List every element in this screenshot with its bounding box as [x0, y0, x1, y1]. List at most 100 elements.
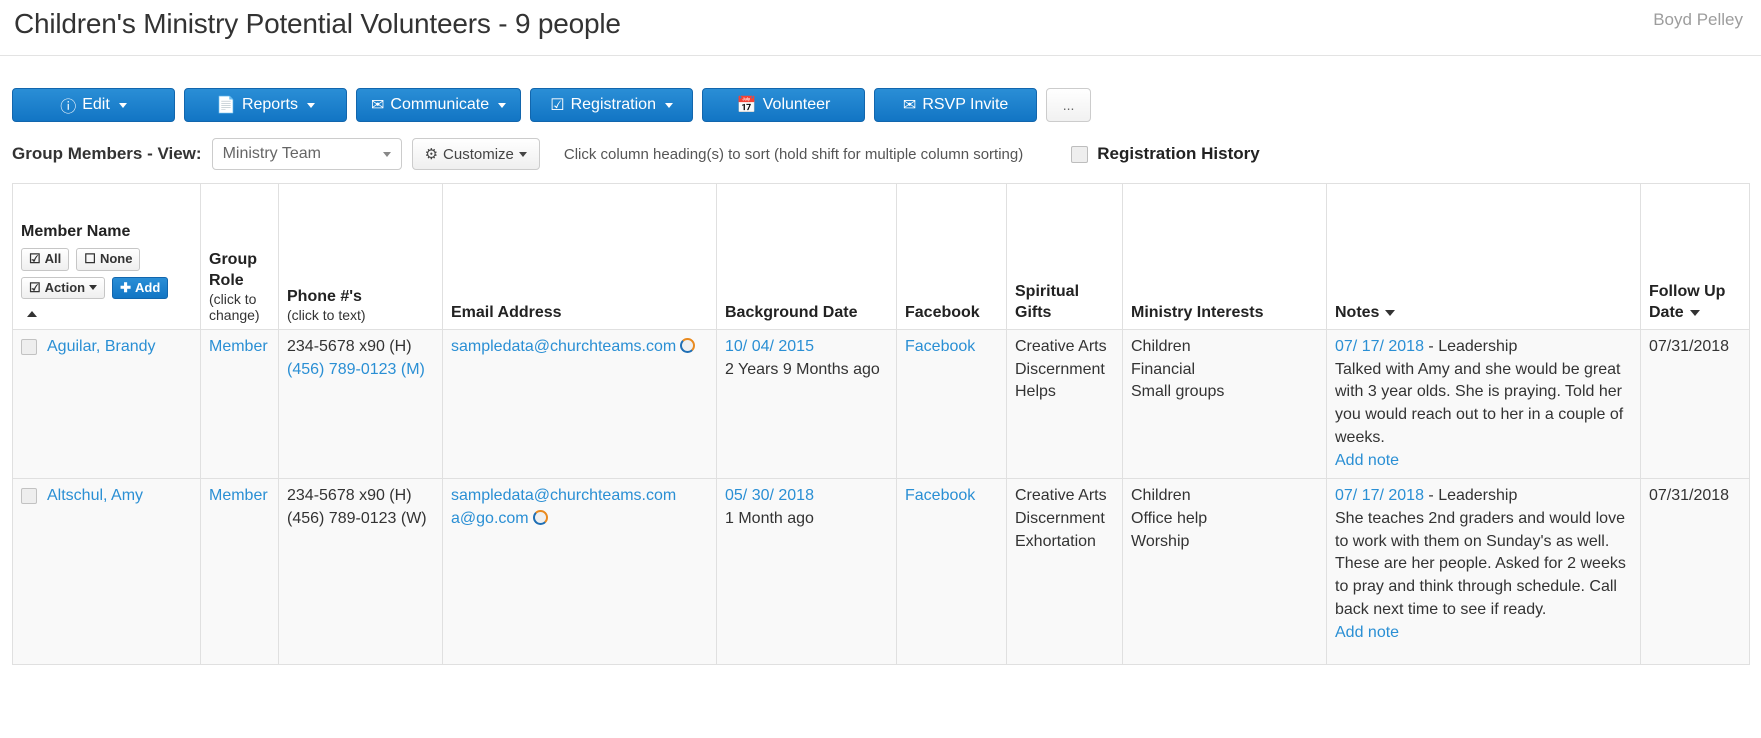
sort-descending-icon[interactable]: [1385, 309, 1396, 316]
more-options-button[interactable]: ...: [1046, 88, 1092, 122]
facebook-link[interactable]: Facebook: [905, 487, 975, 504]
cell-follow-up-date: 07/31/2018: [1640, 478, 1750, 666]
column-title-ministry-interests: Ministry Interests: [1131, 303, 1264, 321]
gift-item: Discernment: [1015, 360, 1105, 378]
background-date-ago: 2 Years 9 Months ago: [725, 360, 880, 378]
sort-descending-icon[interactable]: [1689, 309, 1700, 316]
customize-button-label: Customize: [443, 145, 514, 163]
add-member-button[interactable]: ✚ Add: [112, 276, 169, 299]
plus-icon: ✚: [120, 279, 132, 295]
group-role-link[interactable]: Member: [209, 487, 268, 504]
chevron-down-icon: [306, 102, 315, 108]
chevron-down-icon: [382, 152, 391, 157]
facebook-link[interactable]: Facebook: [905, 338, 975, 355]
select-none-label: None: [99, 251, 133, 267]
churchteams-icon[interactable]: [532, 510, 548, 526]
column-title-group-role: Group Role: [209, 250, 257, 289]
interest-item: Financial: [1131, 360, 1196, 378]
group-members-table-container: Member Name ☑ All ☐ None ☑ Action ✚ Add …: [12, 183, 1750, 666]
check-square-icon: ☑: [29, 279, 41, 295]
envelope-open-icon: ✉: [902, 97, 917, 114]
cell-phone: 234-5678 x90 (H) (456) 789-0123 (M): [278, 328, 443, 480]
column-header-follow-up-date[interactable]: Follow Up Date: [1640, 183, 1750, 330]
group-role-link[interactable]: Member: [209, 338, 268, 355]
column-header-facebook[interactable]: Facebook: [896, 183, 1007, 330]
action-dropdown-button[interactable]: ☑ Action: [21, 276, 106, 299]
column-header-email[interactable]: Email Address: [442, 183, 717, 330]
row-select-checkbox[interactable]: [21, 339, 37, 355]
cell-facebook: Facebook: [896, 328, 1007, 480]
select-none-button[interactable]: ☐ None: [76, 248, 141, 271]
cell-email: sampledata@churchteams.com a@go.com: [442, 478, 717, 666]
chevron-down-icon: [664, 102, 673, 108]
view-select[interactable]: Ministry Team: [211, 138, 402, 170]
background-date-link[interactable]: 05/ 30/ 2018: [725, 485, 888, 508]
volunteer-button[interactable]: 📅 Volunteer: [702, 88, 866, 122]
registration-history-toggle[interactable]: Registration History: [1071, 144, 1260, 164]
note-author: - Leadership: [1423, 338, 1518, 355]
registration-button[interactable]: ☑ Registration: [530, 88, 694, 122]
cell-facebook: Facebook: [896, 478, 1007, 666]
customize-button[interactable]: ⚙ Customize: [411, 138, 540, 170]
communicate-button[interactable]: ✉ Communicate: [356, 88, 522, 122]
current-user-label[interactable]: Boyd Pelley: [1653, 10, 1743, 30]
view-controls-row: Group Members - View: Ministry Team ⚙ Cu…: [12, 138, 1260, 170]
add-note-link[interactable]: Add note: [1335, 450, 1632, 473]
cell-spiritual-gifts: Creative Arts Discernment Helps: [1006, 328, 1123, 480]
cell-email: sampledata@churchteams.com: [442, 328, 717, 480]
edit-button[interactable]: ⓘ Edit: [12, 88, 175, 122]
column-header-notes[interactable]: Notes: [1326, 183, 1641, 330]
gift-item: Exhortation: [1015, 532, 1096, 550]
column-header-group-role[interactable]: Group Role (click to change): [200, 183, 279, 330]
cell-phone: 234-5678 x90 (H) (456) 789-0123 (W): [278, 478, 443, 666]
chevron-down-icon: [118, 102, 127, 108]
email-secondary-link[interactable]: a@go.com: [451, 510, 529, 527]
table-row: Altschul, Amy Member 234-5678 x90 (H) (4…: [12, 478, 1750, 666]
member-name-link[interactable]: Altschul, Amy: [47, 485, 143, 508]
registration-history-checkbox[interactable]: [1071, 145, 1089, 163]
column-header-background-date[interactable]: Background Date: [716, 183, 897, 330]
cell-group-role: Member: [200, 478, 279, 666]
follow-up-date-value: 07/31/2018: [1649, 338, 1730, 355]
churchteams-icon[interactable]: [680, 338, 696, 353]
sort-ascending-icon[interactable]: [27, 310, 37, 317]
cell-notes: 07/ 17/ 2018 - Leadership Talked with Am…: [1326, 328, 1641, 480]
column-header-ministry-interests[interactable]: Ministry Interests: [1122, 183, 1327, 330]
add-note-link[interactable]: Add note: [1335, 622, 1632, 645]
sort-hint-text: Click column heading(s) to sort (hold sh…: [563, 145, 1024, 163]
row-select-checkbox[interactable]: [21, 488, 37, 505]
note-body: Talked with Amy and she would be great w…: [1335, 360, 1624, 446]
group-members-view-label: Group Members - View:: [12, 144, 202, 163]
member-name-link[interactable]: Aguilar, Brandy: [47, 336, 156, 359]
note-date-link[interactable]: 07/ 17/ 2018: [1335, 487, 1424, 504]
select-all-label: All: [44, 251, 62, 267]
envelope-icon: ✉: [371, 97, 385, 114]
column-header-member-name[interactable]: Member Name ☑ All ☐ None ☑ Action ✚ Add: [12, 183, 201, 330]
select-all-button[interactable]: ☑ All: [21, 248, 70, 271]
page-title: Children's Ministry Potential Volunteers…: [14, 8, 621, 39]
email-link[interactable]: sampledata@churchteams.com: [451, 338, 676, 355]
column-title-phone: Phone #'s: [287, 287, 362, 305]
gear-icon: ⚙: [424, 146, 439, 163]
file-icon: 📄: [216, 97, 236, 114]
reports-button[interactable]: 📄 Reports: [184, 88, 347, 122]
email-link[interactable]: sampledata@churchteams.com: [451, 487, 676, 504]
column-title-spiritual-gifts: Spiritual Gifts: [1015, 282, 1080, 321]
edit-button-label: Edit: [82, 96, 110, 113]
column-header-spiritual-gifts[interactable]: Spiritual Gifts: [1006, 183, 1123, 330]
background-date-ago: 1 Month ago: [725, 510, 814, 528]
interest-item: Children: [1131, 338, 1191, 355]
table-row: Aguilar, Brandy Member 234-5678 x90 (H) …: [12, 328, 1750, 480]
column-title-member-name: Member Name: [21, 223, 131, 241]
action-toolbar: ⓘ Edit 📄 Reports ✉ Communicate ☑ Registr…: [12, 88, 1092, 122]
note-date-link[interactable]: 07/ 17/ 2018: [1335, 338, 1424, 355]
column-subtitle-group-role: (click to change): [209, 291, 260, 323]
cell-member-name: Altschul, Amy: [12, 478, 201, 666]
chevron-down-icon: [498, 102, 507, 108]
rsvp-invite-button[interactable]: ✉ RSVP Invite: [874, 88, 1038, 122]
phone-home: 234-5678 x90 (H): [287, 338, 412, 355]
phone-mobile-link[interactable]: (456) 789-0123 (M): [287, 359, 434, 382]
interest-item: Children: [1131, 487, 1191, 505]
column-header-phone[interactable]: Phone #'s (click to text): [278, 183, 443, 330]
background-date-link[interactable]: 10/ 04/ 2015: [725, 336, 888, 359]
